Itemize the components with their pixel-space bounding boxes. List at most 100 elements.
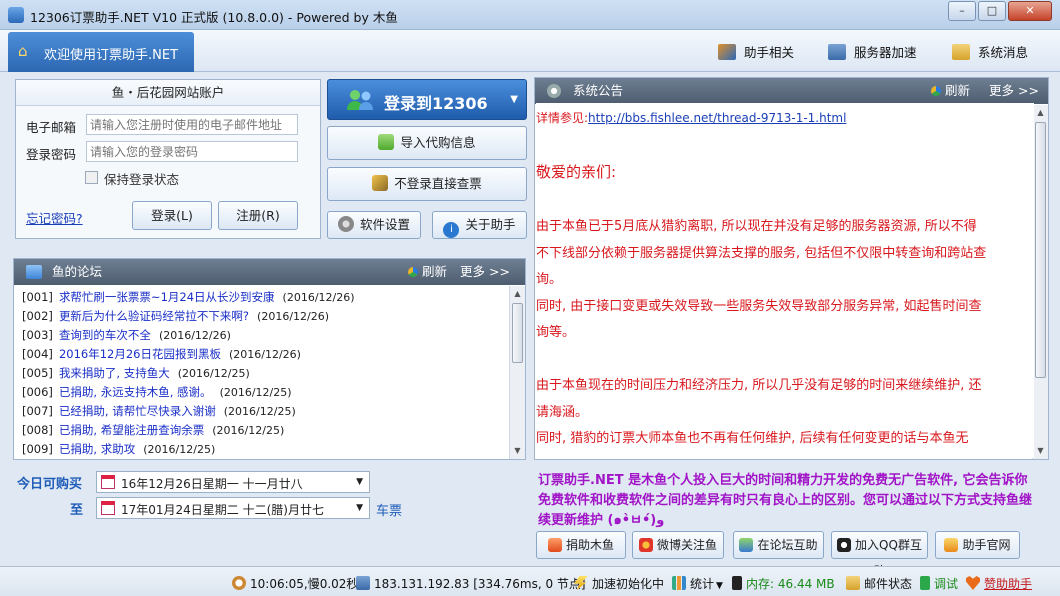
query-direct-button[interactable]: 不登录直接查票 (327, 167, 527, 201)
list-item-title[interactable]: 查询到的车次不全 (59, 328, 151, 342)
password-field[interactable] (86, 141, 298, 162)
about-button[interactable]: i 关于助手 (432, 211, 527, 239)
qq-group-button[interactable]: 加入QQ群互助 (831, 531, 928, 578)
list-item[interactable]: [004] 2016年12月26日花园报到黑板 (2016/12/26) (22, 346, 301, 362)
forum-scrollbar[interactable]: ▲ ▼ (509, 286, 525, 459)
forum-refresh-button[interactable]: 刷新 (408, 259, 447, 285)
list-item-number: [008] (22, 423, 53, 437)
close-button[interactable]: ✕ (1008, 1, 1052, 21)
refresh-icon (931, 86, 941, 96)
status-stats-text: 统计 (690, 577, 715, 591)
nav-bar: ⌂ 欢迎使用订票助手.NET 助手相关 服务器加速 系统消息 (0, 30, 1060, 72)
end-date-select[interactable]: 17年01月24日星期二 十二(腊)月廿七 ▼ (96, 497, 370, 519)
status-mail[interactable]: 邮件状态 (846, 575, 912, 592)
notice-line: 关。 (536, 454, 562, 459)
forum-help-button[interactable]: 在论坛互助 (733, 531, 824, 559)
tab-welcome[interactable]: ⌂ 欢迎使用订票助手.NET (8, 32, 194, 72)
account-panel: 鱼・后花园网站账户 电子邮箱 登录密码 保持登录状态 忘记密码? 登录(L) 注… (15, 79, 321, 239)
dropdown-arrow-icon[interactable]: ▼ (510, 94, 518, 105)
forum-more-link[interactable]: 更多 >> (460, 259, 510, 285)
notice-more-link[interactable]: 更多 >> (989, 78, 1039, 104)
list-item-title[interactable]: 更新后为什么验证码经常拉不下来啊? (59, 309, 249, 323)
memory-icon (732, 576, 742, 590)
list-item-title[interactable]: 2016年12月26日花园报到黑板 (59, 347, 221, 361)
notice-refresh-button[interactable]: 刷新 (931, 78, 970, 104)
notice-line: 同时, 猎豹的订票大师本鱼也不再有任何维护, 后续有任何变更的话与本鱼无 (536, 431, 969, 446)
import-agent-button[interactable]: 导入代购信息 (327, 126, 527, 160)
status-memory: 内存: 46.44 MB (732, 575, 835, 592)
to-label: 至 (70, 503, 84, 518)
list-item-date: (2016/12/25) (177, 367, 250, 380)
hammer-icon (718, 44, 736, 60)
scroll-up-icon[interactable]: ▲ (1033, 105, 1048, 121)
maximize-button[interactable]: □ (978, 1, 1006, 21)
nav-helper-related[interactable]: 助手相关 (718, 42, 794, 61)
nav-server-accel[interactable]: 服务器加速 (828, 42, 917, 61)
list-item[interactable]: [002] 更新后为什么验证码经常拉不下来啊? (2016/12/26) (22, 308, 329, 324)
mail-icon (846, 576, 860, 590)
notice-line: 询。 (536, 272, 563, 287)
login-12306-button[interactable]: 登录到12306 ▼ (327, 79, 527, 120)
status-debug[interactable]: 调试 (920, 575, 958, 592)
settings-button[interactable]: 软件设置 (327, 211, 421, 239)
list-item[interactable]: [009] 已捐助, 求助攻 (2016/12/25) (22, 441, 215, 457)
list-item[interactable]: [001] 求帮忙刷一张票票~1月24日从长沙到安康 (2016/12/26) (22, 289, 355, 305)
chevron-down-icon: ▼ (356, 477, 363, 487)
list-item[interactable]: [003] 查询到的车次不全 (2016/12/26) (22, 327, 231, 343)
forgot-password-link[interactable]: 忘记密码? (26, 208, 83, 227)
nav-system-message[interactable]: 系统消息 (952, 42, 1028, 61)
start-date-select[interactable]: 16年12月26日星期一 十一月廿八 ▼ (96, 471, 370, 493)
email-field[interactable] (86, 114, 298, 135)
status-stats[interactable]: 统计 ▼ (672, 575, 723, 592)
list-item[interactable]: [007] 已经捐助, 请帮忙尽快录入谢谢 (2016/12/25) (22, 403, 296, 419)
status-donate[interactable]: 赞助助手 (966, 575, 1032, 592)
list-item-number: [003] (22, 328, 53, 342)
remember-checkbox[interactable] (85, 171, 98, 184)
password-label: 登录密码 (26, 147, 77, 162)
list-item-date: (2016/12/26) (257, 310, 330, 323)
ticket-link[interactable]: 车票 (376, 500, 402, 519)
list-item[interactable]: [008] 已捐助, 希望能注册查询余票 (2016/12/25) (22, 422, 284, 438)
notice-detail-url[interactable]: http://bbs.fishlee.net/thread-9713-1-1.h… (588, 111, 846, 125)
status-accel: 加速初始化中 (574, 575, 664, 592)
list-item-title[interactable]: 已捐助, 求助攻 (59, 442, 135, 456)
notice-body: 详情参见:http://bbs.fishlee.net/thread-9713-… (536, 103, 1034, 458)
today-label: 今日可购买 (17, 477, 83, 492)
list-item-title[interactable]: 已捐助, 永远支持木鱼, 感谢。 (59, 385, 212, 399)
scroll-up-icon[interactable]: ▲ (510, 286, 525, 302)
weibo-button-label: 微博关注鱼 (656, 538, 717, 552)
home-icon (944, 538, 959, 552)
email-label: 电子邮箱 (26, 120, 77, 135)
weibo-icon (638, 538, 653, 552)
forum-title: 鱼的论坛 (52, 264, 103, 279)
scroll-down-icon[interactable]: ▼ (1033, 443, 1048, 459)
scroll-down-icon[interactable]: ▼ (510, 443, 525, 459)
list-item-title[interactable]: 已捐助, 希望能注册查询余票 (59, 423, 204, 437)
forum-panel: 鱼的论坛 刷新 更多 >> [001] 求帮忙刷一张票票~1月24日从长沙到安康 (… (13, 258, 526, 460)
account-register-button[interactable]: 注册(R) (218, 201, 298, 230)
list-item-title[interactable]: 求帮忙刷一张票票~1月24日从长沙到安康 (59, 290, 275, 304)
weibo-button[interactable]: 微博关注鱼 (632, 531, 724, 559)
notice-scroll-thumb[interactable] (1035, 122, 1046, 378)
forum-scroll-thumb[interactable] (512, 303, 523, 363)
notice-scrollbar[interactable]: ▲ ▼ (1032, 105, 1048, 459)
status-mail-text: 邮件状态 (864, 577, 913, 591)
list-item[interactable]: [005] 我来捐助了, 支持鱼大 (2016/12/25) (22, 365, 250, 381)
clock-icon (547, 84, 561, 98)
minimize-button[interactable]: – (948, 1, 976, 21)
list-item[interactable]: [006] 已捐助, 永远支持木鱼, 感谢。 (2016/12/25) (22, 384, 292, 400)
heart-icon (966, 576, 980, 590)
list-item-title[interactable]: 已经捐助, 请帮忙尽快录入谢谢 (59, 404, 216, 418)
forum-help-button-label: 在论坛互助 (757, 538, 818, 552)
start-date-value: 16年12月26日星期一 十一月廿八 (121, 477, 303, 491)
clock-icon (232, 576, 246, 590)
notice-line: 同时, 由于接口变更或失效导致一些服务失效导致部分服务异常, 如起售时间查 (536, 298, 982, 314)
official-site-button[interactable]: 助手官网 (935, 531, 1020, 559)
message-icon (952, 44, 970, 60)
donate-button[interactable]: 捐助木鱼 (536, 531, 626, 559)
account-login-button[interactable]: 登录(L) (132, 201, 212, 230)
nav-helper-related-label: 助手相关 (744, 45, 795, 60)
list-item-title[interactable]: 我来捐助了, 支持鱼大 (59, 366, 170, 380)
remember-label: 保持登录状态 (104, 172, 180, 187)
promo-text: 订票助手.NET 是木鱼个人投入巨大的时间和精力开发的免费无广告软件, 它会告诉… (538, 473, 1033, 528)
